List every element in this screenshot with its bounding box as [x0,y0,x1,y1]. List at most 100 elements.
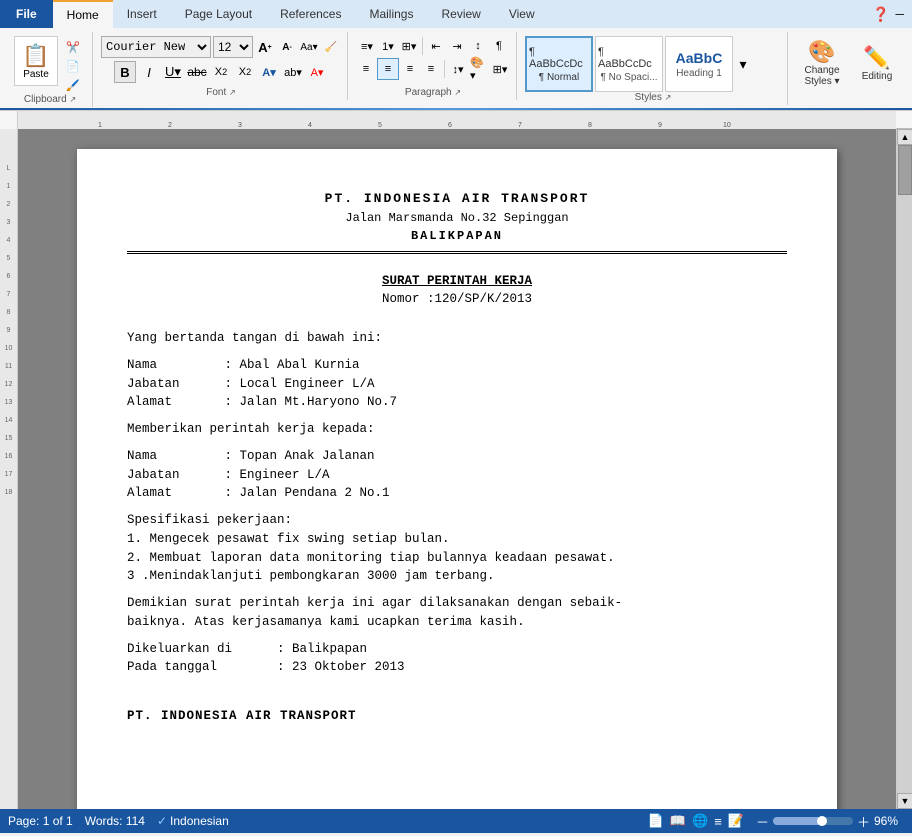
increase-indent-button[interactable]: ⇥ [447,36,467,56]
date-line: Pada tanggal : 23 Oktober 2013 [127,658,787,677]
shading-button[interactable]: 🎨▾ [469,59,489,79]
bold-button[interactable]: B [114,61,136,83]
ruler-top: 1 2 3 4 5 6 7 8 9 10 [0,111,912,129]
doc-area: L 1 2 3 4 5 6 7 8 9 10 11 12 13 14 15 16… [0,129,912,809]
bullets-button[interactable]: ≡▾ [357,36,377,56]
address-line1: Jalan Marsmanda No.32 Sepinggan [127,209,787,227]
sort-button[interactable]: ↕ [468,36,488,56]
align-right-button[interactable]: ≡ [400,59,420,79]
superscript-button[interactable]: X2 [234,61,256,83]
style-nospace-label: ¶ No Spaci... [600,72,657,83]
style-nospace[interactable]: ¶ AaBbCcDc ¶ No Spaci... [595,36,663,92]
borders-button[interactable]: ⊞▾ [490,59,510,79]
style-heading1-label: Heading 1 [676,68,722,79]
ribbon: File Home Insert Page Layout References … [0,0,912,111]
cut-button[interactable]: ✂️ [60,38,86,56]
justify-button[interactable]: ≡ [421,59,441,79]
tab-home[interactable]: Home [53,0,113,28]
copy-button[interactable]: 📄 [60,57,86,75]
tab-references[interactable]: References [266,0,355,28]
separator-line [127,251,787,254]
print-layout-button[interactable]: 📄 [648,813,664,829]
tab-file[interactable]: File [0,0,53,28]
scroll-up-button[interactable]: ▲ [897,129,912,145]
paste-button[interactable]: 📋 Paste [14,36,58,86]
document-scroll-area[interactable]: PT. INDONESIA AIR TRANSPORT Jalan Marsma… [18,129,896,809]
font-size-select[interactable]: 12 [213,36,253,58]
highlight-button[interactable]: ab▾ [282,61,304,83]
middle-text: Memberikan perintah kerja kepada: [127,420,787,439]
tab-mailings[interactable]: Mailings [355,0,427,28]
zoom-slider[interactable] [773,817,853,825]
issuer-alamat: Alamat : Jalan Mt.Haryono No.7 [127,393,787,412]
company-name: PT. INDONESIA AIR TRANSPORT [127,189,787,209]
city-name: BALIKPAPAN [127,227,787,245]
status-bar: Page: 1 of 1 Words: 114 ✓ Indonesian 📄 📖… [0,809,912,833]
issued-line: Dikeluarkan di : Balikpapan [127,640,787,659]
spec-item-2: 2. Membuat laporan data monitoring tiap … [127,549,787,568]
zoom-out-button[interactable]: － [756,812,769,831]
italic-button[interactable]: I [138,61,160,83]
align-left-button[interactable]: ≡ [356,59,376,79]
spec-item-3: 3 .Menindaklanjuti pembongkaran 3000 jam… [127,567,787,586]
ribbon-tab-bar: File Home Insert Page Layout References … [0,0,912,28]
font-color-button[interactable]: A▾ [306,61,328,83]
issuer-jabatan: Jabatan : Local Engineer L/A [127,375,787,394]
font-name-select[interactable]: Courier New [101,36,211,58]
help-icon[interactable]: ❓ [872,6,889,23]
tab-review[interactable]: Review [427,0,494,28]
zoom-level: 96% [874,814,904,828]
numbering-button[interactable]: 1▾ [378,36,398,56]
document-page: PT. INDONESIA AIR TRANSPORT Jalan Marsma… [77,149,837,809]
shrink-font-button[interactable]: A- [277,37,297,57]
ruler-corner [0,111,18,129]
font-group: Courier New 12 A+ A- Aa▾ 🧹 B I U▾ abc X2… [95,32,348,100]
clipboard-group: 📋 Paste ✂️ 📄 🖌️ Clipboard ↗ [8,32,93,107]
tab-page-layout[interactable]: Page Layout [171,0,266,28]
language-check-icon: ✓ [157,814,167,828]
align-center-button[interactable]: ≡ [377,58,399,80]
editing-label: ✏️ Editing [854,34,900,92]
change-styles-button[interactable]: 🎨 Change Styles ▾ [794,34,850,92]
doc-nomor: Nomor :120/SP/K/2013 [127,290,787,309]
styles-more-button[interactable]: ▾ [735,36,751,92]
ribbon-toolbar: 📋 Paste ✂️ 📄 🖌️ Clipboard ↗ Courier New … [0,28,912,108]
outline-button[interactable]: ≡ [714,814,722,829]
show-formatting-button[interactable]: ¶ [489,36,509,56]
recipient-nama: Nama : Topan Anak Jalanan [127,447,787,466]
format-painter-button[interactable]: 🖌️ [60,76,86,94]
strikethrough-button[interactable]: abc [186,61,208,83]
grow-font-button[interactable]: A+ [255,37,275,57]
ruler-vertical: L 1 2 3 4 5 6 7 8 9 10 11 12 13 14 15 16… [0,129,18,809]
clear-format-button[interactable]: 🧹 [321,37,341,57]
underline-button[interactable]: U▾ [162,61,184,83]
paragraph-label: Paragraph ↗ [405,87,461,98]
draft-button[interactable]: 📝 [728,813,744,829]
minimize-icon[interactable]: ─ [895,7,904,21]
change-case-button[interactable]: Aa▾ [299,37,319,57]
decrease-indent-button[interactable]: ⇤ [426,36,446,56]
closing-text2: baiknya. Atas kerjasamanya kami ucapkan … [127,613,787,632]
zoom-control: － ＋ 96% [756,812,904,831]
text-effects-button[interactable]: A▾ [258,61,280,83]
tab-insert[interactable]: Insert [113,0,171,28]
paragraph-group: ≡▾ 1▾ ⊞▾ ⇤ ⇥ ↕ ¶ ≡ ≡ ≡ ≡ ↕▾ 🎨▾ ⊞▾ Paragr… [350,32,517,100]
style-normal[interactable]: ¶ AaBbCcDc ¶ Normal [525,36,593,92]
page-content: PT. INDONESIA AIR TRANSPORT Jalan Marsma… [127,189,787,726]
scrollbar-vertical[interactable]: ▲ ▼ [896,129,912,809]
view-controls: 📄 📖 🌐 ≡ 📝 [648,813,744,829]
footer-company: PT. INDONESIA AIR TRANSPORT [127,707,787,726]
web-layout-button[interactable]: 🌐 [692,813,708,829]
scroll-thumb[interactable] [898,145,912,195]
multilevel-list-button[interactable]: ⊞▾ [399,36,419,56]
subscript-button[interactable]: X2 [210,61,232,83]
scroll-down-button[interactable]: ▼ [897,793,912,809]
style-heading1[interactable]: AaBbC Heading 1 [665,36,733,92]
styles-label: Styles ↗ [635,92,672,103]
tab-view[interactable]: View [495,0,549,28]
line-spacing-button[interactable]: ↕▾ [448,59,468,79]
fullscreen-reading-button[interactable]: 📖 [670,813,686,829]
zoom-in-button[interactable]: ＋ [857,812,870,831]
language-indicator[interactable]: ✓ Indonesian [157,814,229,828]
recipient-jabatan: Jabatan : Engineer L/A [127,466,787,485]
